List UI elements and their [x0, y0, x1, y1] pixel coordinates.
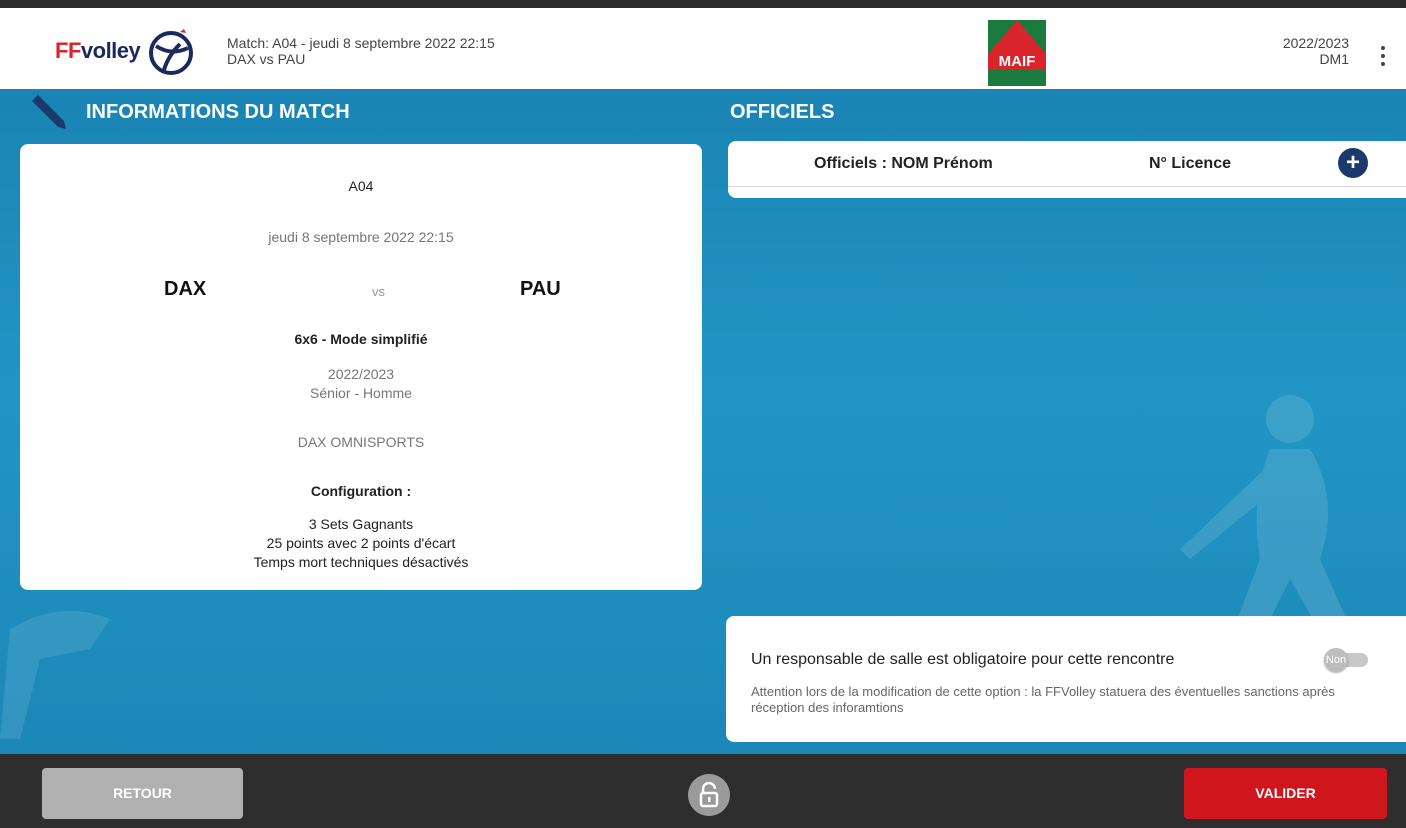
match-season: 2022/2023 [327, 366, 395, 382]
sponsor-logo: MAIF [988, 20, 1046, 86]
match-category: Sénior - Homme [310, 385, 412, 401]
responsable-toggle[interactable]: Non [1324, 648, 1370, 672]
config-sets: 3 Sets Gagnants [308, 516, 414, 532]
home-team: DAX [164, 278, 207, 300]
logo-text-ff: FF [55, 38, 81, 63]
pencil-icon [32, 95, 66, 129]
top-bar: FFvolley Match: A04 - jeudi 8 septembre … [0, 0, 1406, 89]
match-summary: Match: A04 - jeudi 8 septembre 2022 22:1… [227, 35, 495, 67]
toggle-knob-label: Non [1324, 648, 1348, 672]
responsable-title: Un responsable de salle est obligatoire … [751, 651, 1175, 668]
config-points: 25 points avec 2 points d'écart [266, 535, 456, 551]
officials-name-header: Officiels : NOM Prénom [814, 155, 993, 172]
responsable-note: Attention lors de la modification de cet… [751, 684, 1335, 715]
officials-license-header: N° Licence [1149, 155, 1231, 172]
volleyball-icon [149, 29, 194, 75]
match-info-card: A04 jeudi 8 septembre 2022 22:15 DAX vs … [20, 144, 702, 590]
officials-table: Officiels : NOM Prénom N° Licence [728, 141, 1406, 198]
teams-line: DAX vs PAU [227, 51, 306, 67]
back-button[interactable]: RETOUR [42, 768, 243, 819]
division-label: DM1 [1319, 51, 1349, 67]
match-line: Match: A04 - jeudi 8 septembre 2022 22:1… [227, 35, 495, 51]
config-title: Configuration : [310, 483, 412, 499]
logo-text-volley: volley [80, 38, 141, 63]
match-datetime: jeudi 8 septembre 2022 22:15 [268, 229, 454, 245]
sponsor-name: MAIF [988, 54, 1046, 70]
ffvolley-logo: FFvolley [55, 26, 196, 76]
match-code: A04 [348, 178, 374, 194]
season-info: 2022/2023 DM1 [1283, 35, 1349, 67]
game-mode: 6x6 - Mode simplifié [294, 331, 428, 347]
season-label: 2022/2023 [1282, 35, 1349, 51]
section-title-info: INFORMATIONS DU MATCH [86, 101, 350, 123]
add-official-button[interactable]: + [1338, 148, 1368, 178]
lock-icon[interactable] [688, 774, 730, 816]
more-options-icon[interactable] [1378, 46, 1388, 72]
section-title-officials: OFFICIELS [730, 101, 835, 123]
validate-button[interactable]: VALIDER [1184, 768, 1387, 819]
config-timeouts: Temps mort techniques désactivés [253, 554, 469, 570]
versus-label: vs [372, 284, 385, 299]
responsable-card: Un responsable de salle est obligatoire … [726, 616, 1406, 742]
away-team: PAU [520, 278, 561, 300]
footer-bar: RETOUR VALIDER [0, 754, 1406, 828]
match-venue: DAX OMNISPORTS [297, 434, 425, 450]
player-silhouette-left-icon [0, 611, 110, 739]
